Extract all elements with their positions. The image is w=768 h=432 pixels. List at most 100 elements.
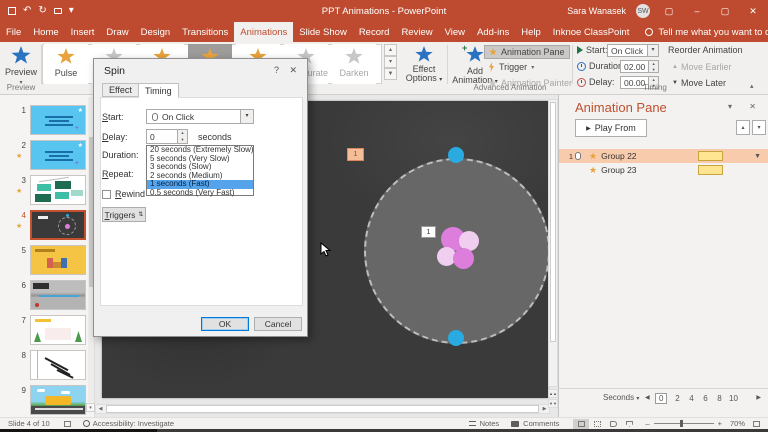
slide-2-thumbnail[interactable]: ★ +: [30, 140, 86, 170]
dialog-help-icon[interactable]: ?: [274, 65, 279, 75]
customize-qat-icon[interactable]: ▾: [69, 6, 74, 16]
thumbnail-row-6[interactable]: 6: [0, 280, 95, 314]
slide-5-thumbnail[interactable]: [30, 245, 86, 275]
slide-9-thumbnail[interactable]: [30, 385, 86, 415]
animation-number-badge-selected[interactable]: 1: [347, 148, 364, 161]
notes-display-icon[interactable]: [64, 421, 71, 427]
user-name[interactable]: Sara Wanasek: [567, 6, 626, 16]
gallery-scroll-down-icon[interactable]: ▾: [384, 56, 397, 68]
redo-icon[interactable]: ↻: [38, 6, 46, 16]
preview-button[interactable]: Preview ▾: [2, 42, 40, 86]
timeline-unit-dropdown[interactable]: Seconds ▾: [603, 393, 639, 402]
scrollbar-thumb[interactable]: [106, 405, 539, 413]
cancel-button[interactable]: Cancel: [254, 317, 302, 331]
collapse-ribbon-icon[interactable]: ▴: [750, 82, 754, 90]
duration-spinner[interactable]: 02.00 ▴▾: [620, 60, 659, 73]
thumbnail-row-4[interactable]: 4 ★: [0, 210, 95, 244]
animation-number-badge[interactable]: 1: [421, 226, 436, 238]
tab-file[interactable]: File: [0, 22, 27, 42]
slideshow-view-button[interactable]: [621, 419, 637, 429]
thumbnail-row-8[interactable]: 8: [0, 350, 95, 384]
scrollbar-thumb[interactable]: [550, 102, 556, 342]
animation-indicator-star-icon[interactable]: ★: [16, 152, 22, 160]
close-button[interactable]: ✕: [744, 6, 762, 17]
tab-help[interactable]: Help: [515, 22, 547, 42]
dialog-delay-spinner[interactable]: 0 ▴▾: [146, 129, 188, 144]
comments-toggle[interactable]: Comments: [511, 419, 559, 428]
tab-insert[interactable]: Insert: [65, 22, 101, 42]
tab-review[interactable]: Review: [395, 22, 438, 42]
move-earlier-button[interactable]: ▲ Move Earlier: [672, 62, 731, 72]
gallery-item-darken[interactable]: Darken: [332, 44, 376, 84]
duration-option[interactable]: 0.5 seconds (Very Fast): [147, 189, 253, 198]
vertical-scrollbar[interactable]: [548, 99, 558, 387]
ribbon-display-options-icon[interactable]: ▢: [660, 6, 678, 17]
avatar[interactable]: SW: [636, 4, 650, 18]
gallery-item-pulse[interactable]: Pulse: [44, 44, 88, 84]
thumbnail-row-7[interactable]: 7: [0, 315, 95, 349]
minimize-button[interactable]: –: [688, 6, 706, 16]
accessibility-status[interactable]: Accessibility: Investigate: [83, 419, 174, 428]
slide-1-thumbnail[interactable]: ★ +: [30, 105, 86, 135]
maximize-button[interactable]: ▢: [716, 6, 734, 17]
dialog-tab-timing[interactable]: Timing: [138, 83, 179, 98]
rewind-checkbox[interactable]: [102, 190, 111, 199]
electron-dot-top[interactable]: [448, 147, 464, 163]
thumbnail-row-1[interactable]: 1 ★ +: [0, 105, 95, 139]
gallery-more-icon[interactable]: ▼: [384, 68, 397, 80]
ok-button[interactable]: OK: [201, 317, 249, 331]
slide-6-thumbnail[interactable]: [30, 280, 86, 310]
dialog-close-icon[interactable]: ✕: [289, 65, 297, 76]
dialog-start-combobox[interactable]: On Click ▾: [146, 109, 254, 124]
tab-home[interactable]: Home: [27, 22, 64, 42]
slide-counter[interactable]: Slide 4 of 10: [8, 419, 50, 428]
item-dropdown-caret-icon[interactable]: ▼: [754, 153, 761, 160]
undo-icon[interactable]: ↶: [23, 6, 31, 16]
tab-record[interactable]: Record: [353, 22, 396, 42]
timeline-scroll-right-icon[interactable]: ▶: [756, 394, 761, 401]
triggers-button[interactable]: Triggers ⇅: [102, 207, 146, 222]
scroll-left-icon[interactable]: ◀: [96, 406, 105, 412]
electron-dot-bottom[interactable]: [448, 330, 464, 346]
slide-7-thumbnail[interactable]: [30, 315, 86, 345]
dialog-tab-effect[interactable]: Effect: [102, 83, 139, 97]
tab-inknoe-classpoint[interactable]: Inknoe ClassPoint: [547, 22, 636, 42]
trigger-button[interactable]: Trigger ▾: [488, 62, 534, 72]
timeline-position-marker[interactable]: 0: [655, 393, 667, 404]
tab-view[interactable]: View: [439, 22, 471, 42]
animation-indicator-star-icon[interactable]: ★: [16, 187, 22, 195]
thumbnail-row-5[interactable]: 5: [0, 245, 95, 279]
slide-4-thumbnail-selected[interactable]: [30, 210, 86, 240]
nucleus-circle-dark-2[interactable]: [453, 248, 474, 269]
thumbnail-row-9[interactable]: 9: [0, 385, 95, 419]
tab-transitions[interactable]: Transitions: [176, 22, 234, 42]
timeline-bar[interactable]: [698, 165, 723, 175]
tab-animations[interactable]: Animations: [234, 22, 293, 42]
timeline-bar[interactable]: [698, 151, 723, 161]
tab-slide-show[interactable]: Slide Show: [293, 22, 353, 42]
animation-item-group-23[interactable]: ★ Group 23: [559, 163, 768, 177]
timeline-scroll-left-icon[interactable]: ◀: [645, 394, 650, 401]
tab-draw[interactable]: Draw: [100, 22, 134, 42]
zoom-in-icon[interactable]: +: [718, 419, 722, 428]
zoom-level[interactable]: 70%: [730, 419, 745, 428]
reading-view-button[interactable]: [605, 419, 621, 429]
next-slide-button[interactable]: ▼▼: [548, 399, 558, 408]
previous-slide-button[interactable]: ▲▲: [548, 389, 558, 398]
zoom-slider-thumb[interactable]: [680, 420, 683, 427]
animation-item-group-22[interactable]: 1 ★ Group 22 ▼: [559, 149, 768, 163]
fit-slide-to-window-icon[interactable]: [753, 421, 760, 427]
tab-add-ins[interactable]: Add-ins: [471, 22, 515, 42]
animation-pane-button[interactable]: Animation Pane: [484, 45, 570, 59]
effect-options-button[interactable]: Effect Options ▾: [402, 42, 446, 85]
start-combobox[interactable]: On Click▾: [607, 44, 659, 57]
slide-sorter-view-button[interactable]: [589, 419, 605, 429]
thumbnail-row-3[interactable]: 3 ★: [0, 175, 95, 209]
horizontal-scrollbar[interactable]: ◀ ▶: [95, 404, 550, 414]
tell-me-box[interactable]: Tell me what you want to do: [645, 22, 768, 42]
animation-indicator-star-icon[interactable]: ★: [16, 222, 22, 230]
play-from-button[interactable]: ▶ Play From: [575, 119, 647, 137]
pane-move-down-button[interactable]: ▾: [752, 120, 766, 135]
rewind-checkbox-row[interactable]: Rewind: [102, 189, 145, 199]
slide-8-thumbnail[interactable]: [30, 350, 86, 380]
